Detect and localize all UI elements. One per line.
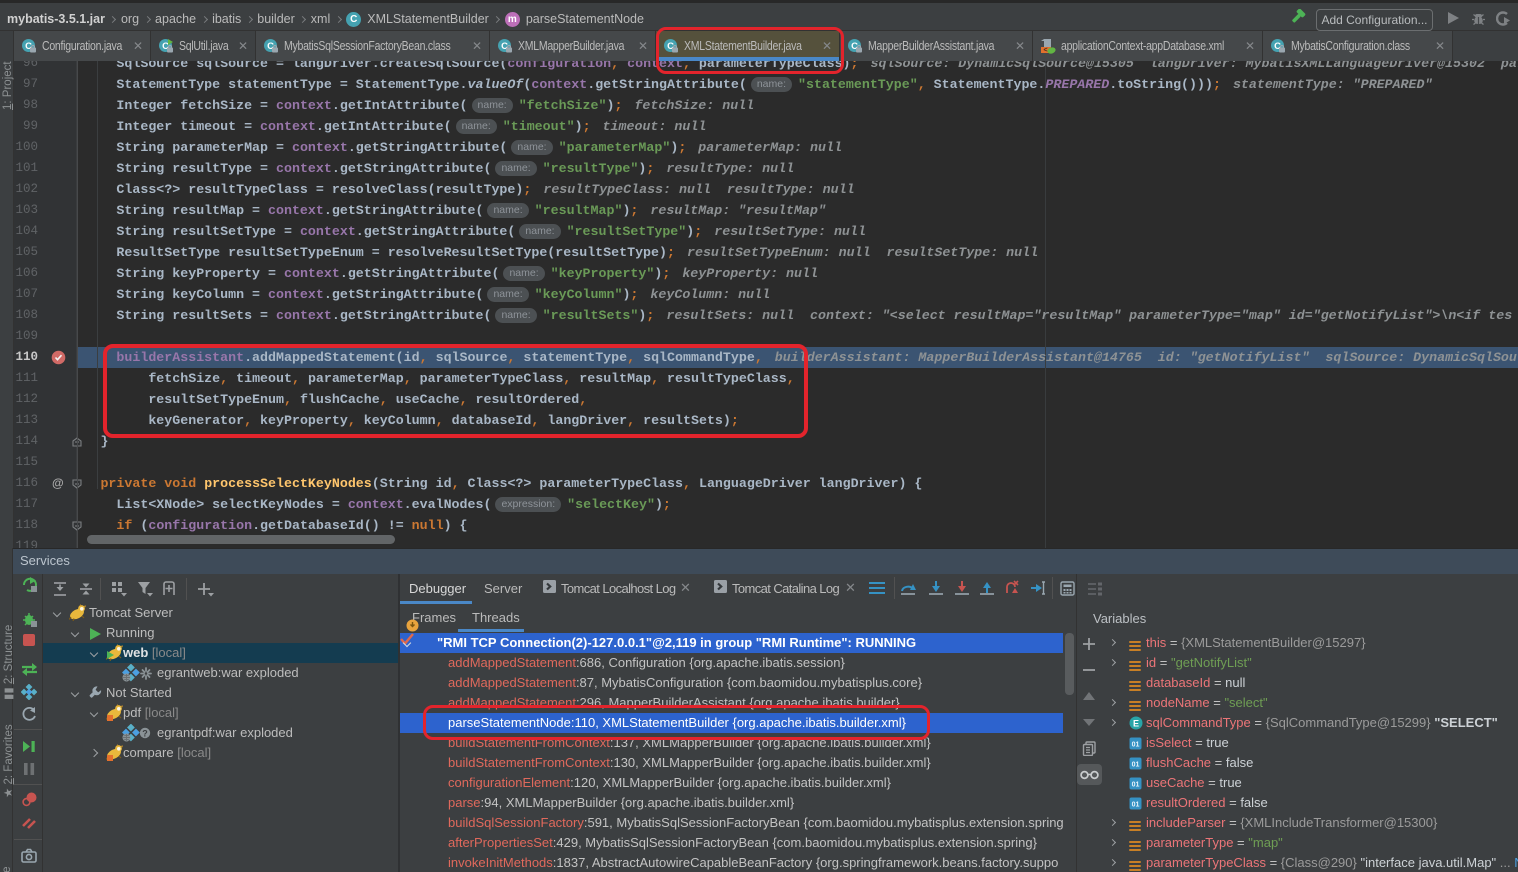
svg-text:01: 01 (1132, 781, 1140, 788)
svg-text:?: ? (142, 729, 148, 739)
svg-text:01: 01 (1132, 741, 1140, 748)
svg-text:E: E (1133, 719, 1139, 729)
svg-text:01: 01 (1132, 801, 1140, 808)
svg-text:01: 01 (1132, 761, 1140, 768)
svg-text:<: < (1044, 47, 1048, 54)
